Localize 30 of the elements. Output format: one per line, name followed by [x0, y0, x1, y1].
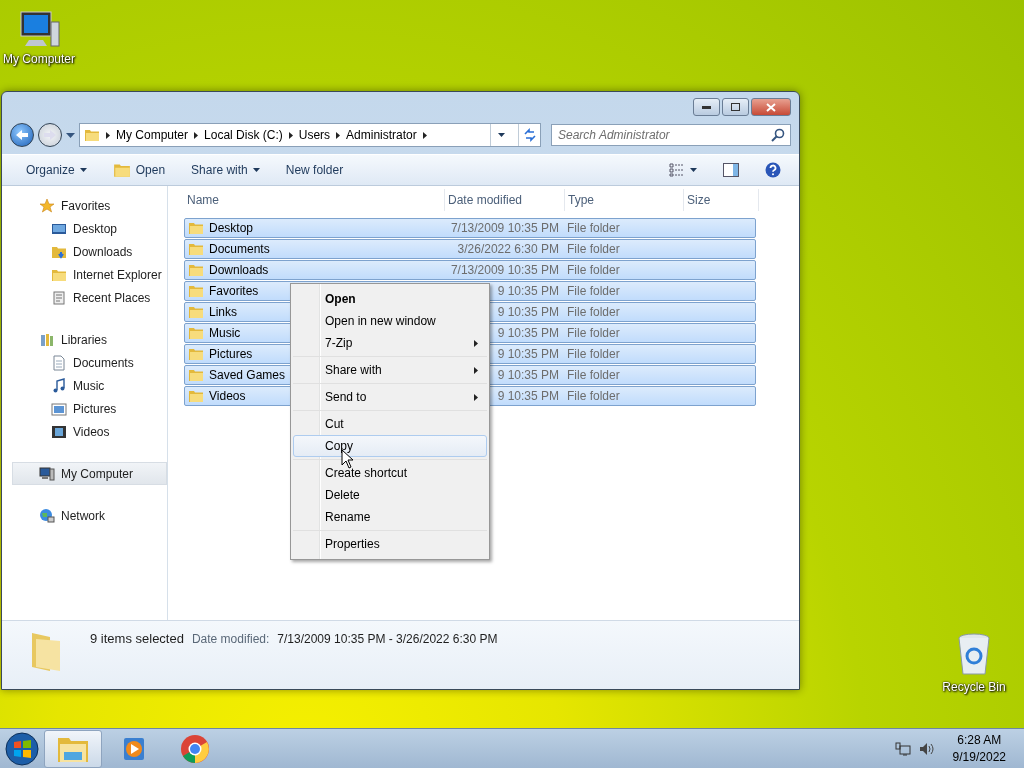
- date-cell: 9 10:35 PM: [497, 347, 559, 361]
- file-name: Favorites: [209, 284, 259, 298]
- type-cell-text: File folder: [566, 368, 621, 382]
- type-cell-text: File folder: [566, 221, 621, 235]
- date-cell: 3/26/2022 6:30 PM: [457, 242, 559, 256]
- date-cell: 9 10:35 PM: [497, 368, 559, 382]
- selection-count: 9 items selected: [90, 631, 184, 646]
- file-name: Videos: [209, 389, 246, 403]
- type-cell-text: File folder: [566, 305, 621, 319]
- type-cell-text: File folder: [566, 326, 621, 340]
- date-cell: 9 10:35 PM: [497, 326, 559, 340]
- date-cell: 7/13/2009 10:35 PM: [450, 263, 559, 277]
- date-cell: 7/13/2009 10:35 PM: [450, 221, 559, 235]
- type-cell-text: File folder: [566, 389, 621, 403]
- type-cell-text: File folder: [566, 242, 621, 256]
- date-cell: 9 10:35 PM: [497, 305, 559, 319]
- type-cell-text: File folder: [566, 263, 621, 277]
- file-name: Desktop: [209, 221, 254, 235]
- date-modified-label: Date modified:: [191, 632, 270, 646]
- type-cell-text: File folder: [566, 347, 621, 361]
- file-name: Downloads: [209, 263, 269, 277]
- file-name: Documents: [209, 242, 270, 256]
- file-name: Music: [209, 326, 241, 340]
- date-modified-value: 7/13/2009 10:35 PM - 3/26/2022 6:30 PM: [277, 632, 498, 646]
- file-name: Pictures: [209, 347, 253, 361]
- file-name: Links: [209, 305, 237, 319]
- date-cell: 9 10:35 PM: [497, 284, 559, 298]
- type-cell-text: File folder: [566, 284, 621, 298]
- file-name: Saved Games: [209, 368, 286, 382]
- date-cell: 9 10:35 PM: [497, 389, 559, 403]
